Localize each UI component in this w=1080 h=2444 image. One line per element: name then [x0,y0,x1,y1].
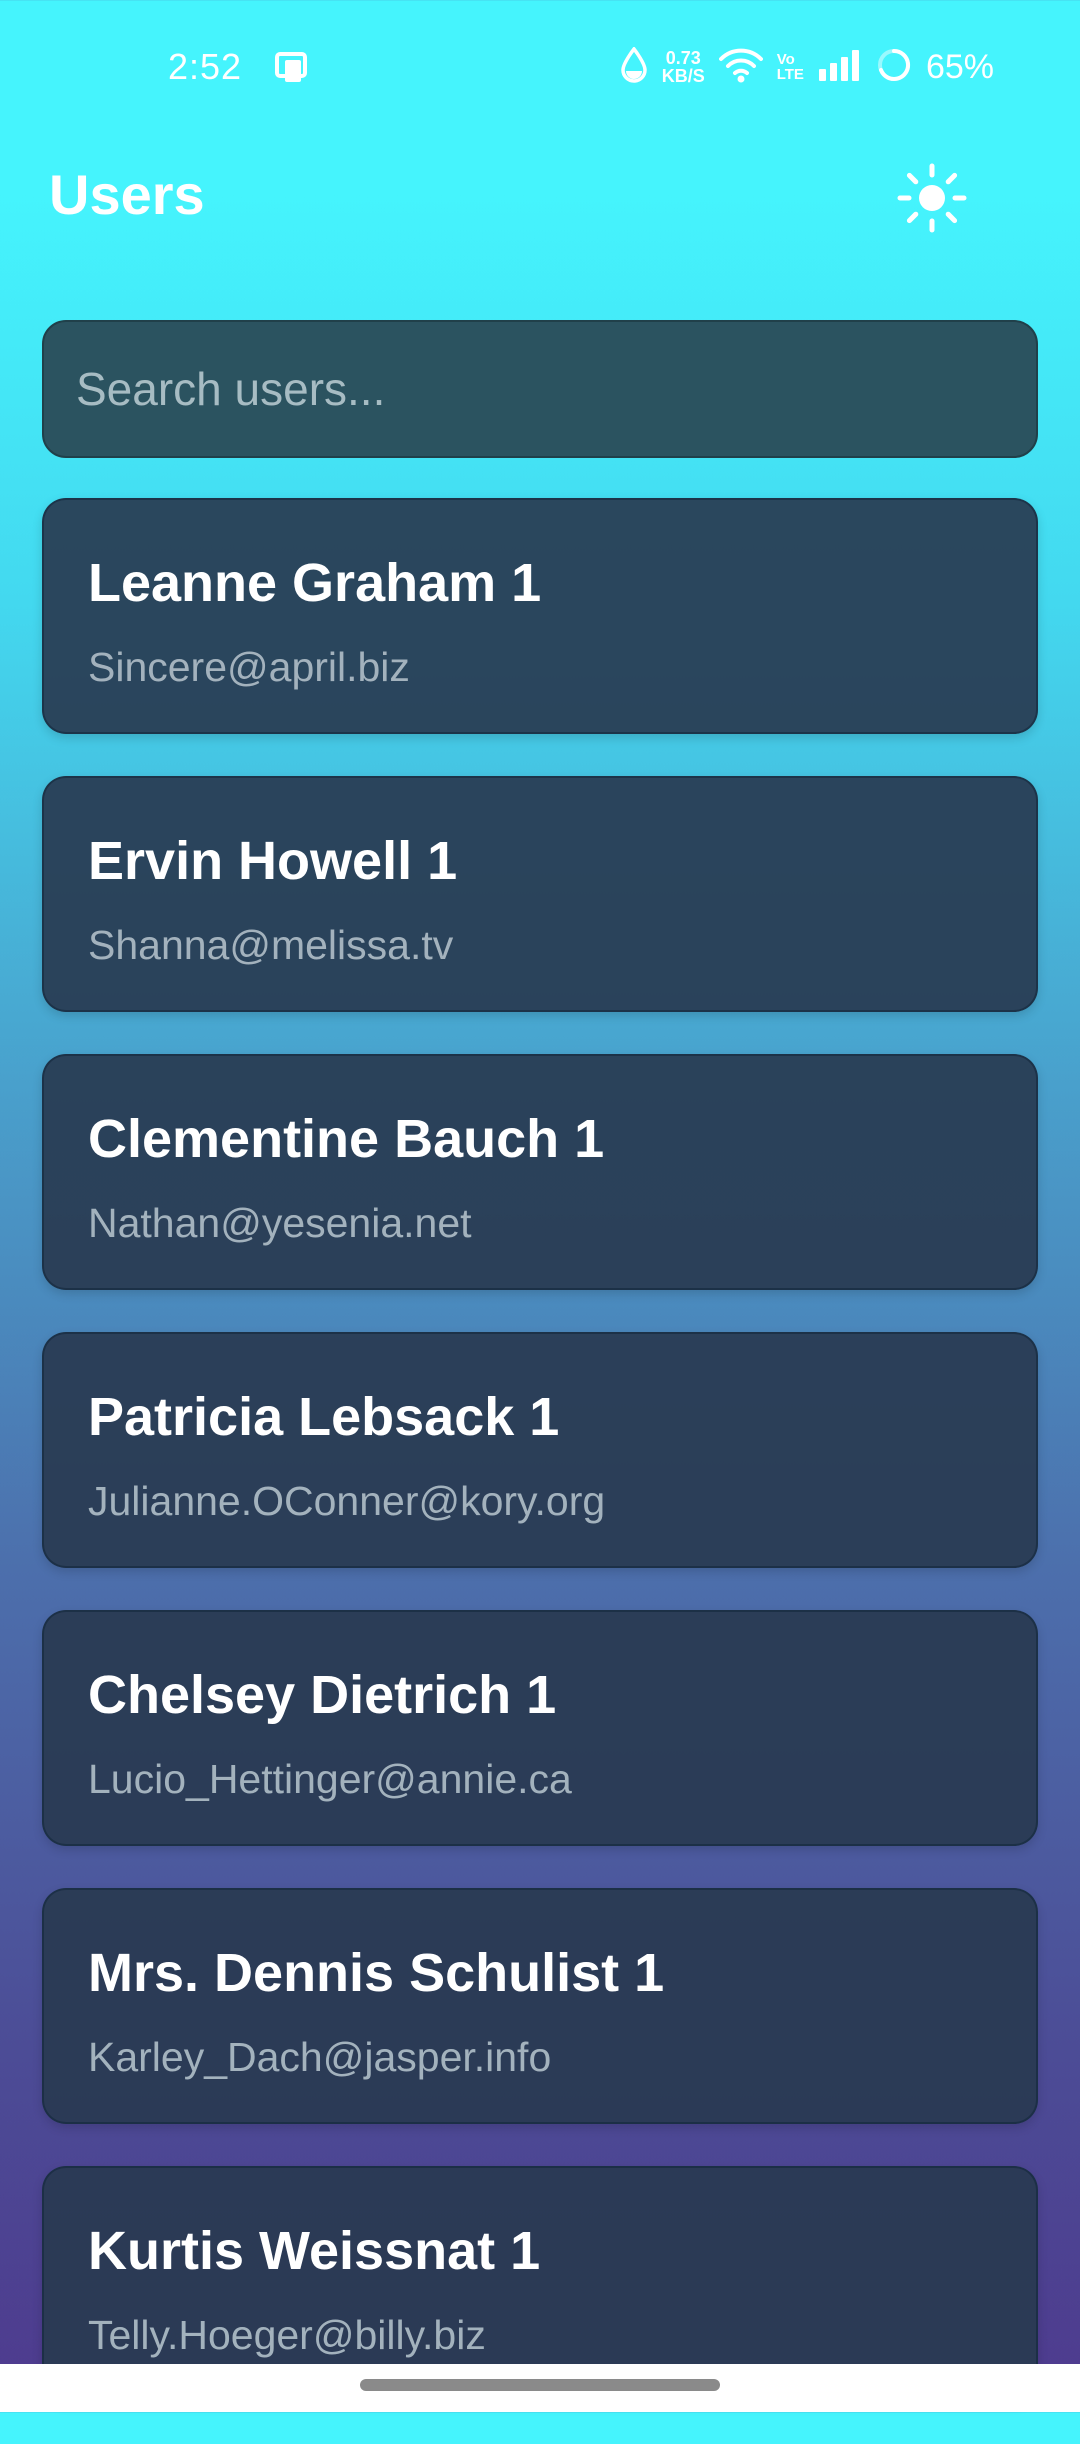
user-card[interactable]: Ervin Howell 1 Shanna@melissa.tv [42,776,1038,1012]
gesture-nav-bar [0,2364,1080,2412]
user-name: Ervin Howell 1 [88,831,458,891]
net-speed-unit: KB/S [661,66,705,86]
battery-percent: 65% [925,47,994,86]
battery-ring-icon [876,47,912,88]
user-email: Karley_Dach@jasper.info [88,2034,552,2080]
user-card[interactable]: Clementine Bauch 1 Nathan@yesenia.net [42,1054,1038,1290]
status-time: 2:52 [168,46,243,87]
user-email: Shanna@melissa.tv [88,922,454,968]
volte-indicator: Vo LTE [777,52,804,82]
user-card[interactable]: Patricia Lebsack 1 Julianne.OConner@kory… [42,1332,1038,1568]
search-input[interactable] [44,322,1036,456]
page-title: Users [49,163,205,226]
net-speed: 0.73 KB/S [662,49,705,85]
user-email: Nathan@yesenia.net [88,1200,472,1246]
user-email: Lucio_Hettinger@annie.ca [88,1756,572,1802]
user-email: Sincere@april.biz [88,644,410,690]
user-name: Clementine Bauch 1 [88,1109,605,1169]
user-card[interactable]: Chelsey Dietrich 1 Lucio_Hettinger@annie… [42,1610,1038,1846]
home-gesture-handle[interactable] [360,2379,720,2391]
net-speed-value: 0.73 [665,48,701,68]
wifi-icon [718,47,763,88]
status-bar: 2:52 0.73 KB/S Vo LTE 65% [0,0,1080,140]
user-email: Julianne.OConner@kory.org [88,1478,606,1524]
volte-top: Vo [776,51,795,68]
search-box [42,320,1038,458]
theme-toggle-button[interactable] [896,162,968,234]
user-card[interactable]: Mrs. Dennis Schulist 1 Karley_Dach@jaspe… [42,1888,1038,2124]
sun-icon [896,163,968,238]
signal-icon [818,49,862,86]
volte-bottom: LTE [776,66,804,83]
user-card[interactable]: Leanne Graham 1 Sincere@april.biz [42,498,1038,734]
screen-mirror-icon [275,50,311,89]
user-name: Mrs. Dennis Schulist 1 [88,1943,665,2003]
user-email: Telly.Hoeger@billy.biz [88,2312,486,2358]
user-name: Chelsey Dietrich 1 [88,1665,557,1725]
user-name: Patricia Lebsack 1 [88,1387,560,1447]
data-saver-icon [620,45,648,88]
user-name: Kurtis Weissnat 1 [88,2221,541,2281]
user-list: Leanne Graham 1 Sincere@april.biz Ervin … [42,498,1038,2444]
user-name: Leanne Graham 1 [88,553,542,613]
